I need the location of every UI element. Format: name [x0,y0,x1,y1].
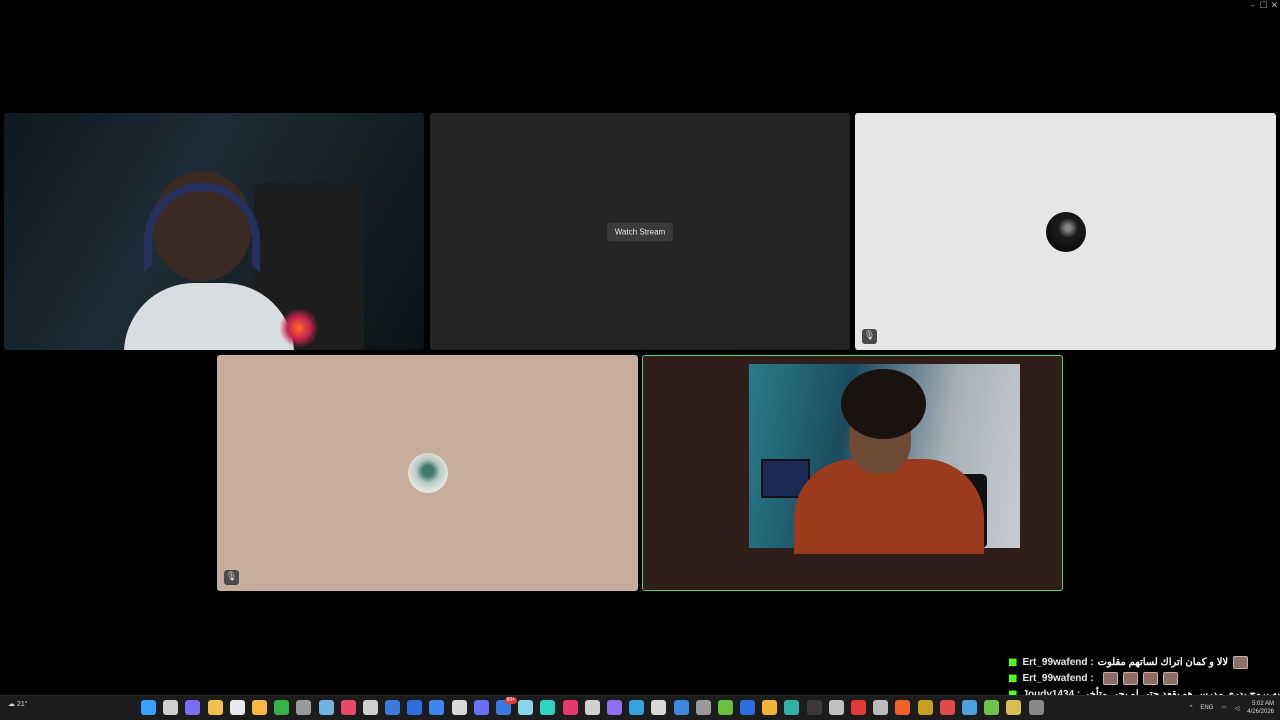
chat-username: Ert_99wafend : [1022,656,1094,668]
folder-icon[interactable] [251,700,267,715]
steelseries-icon[interactable] [362,700,378,715]
camera-feed [749,364,1020,554]
linear-icon[interactable] [606,700,622,715]
app-gray-icon[interactable] [1028,700,1044,715]
telegram-icon[interactable] [629,700,645,715]
epic-games-icon[interactable] [296,700,312,715]
clock-time: 5:02 AM [1251,701,1274,707]
close-icon[interactable]: ✕ [1269,0,1280,12]
tools-icon[interactable] [917,700,933,715]
video-tile-participant-4[interactable]: 🎙︎ [217,355,638,591]
kick-badge-icon: ■ [1008,672,1018,684]
chat-message: ■ Ert_99wafend : [1008,670,1248,686]
steam-icon[interactable] [318,700,334,715]
edge-icon[interactable] [784,700,800,715]
emote-icon [1102,671,1118,685]
medal-icon[interactable] [1006,700,1022,715]
grid-icon[interactable] [984,700,1000,715]
emote-icon [1122,671,1138,685]
xbox-icon[interactable] [274,700,290,715]
capcut-icon[interactable] [651,700,667,715]
emote-icon [1162,671,1178,685]
wifi-icon[interactable]: ◠ [1221,705,1226,712]
photoshop-icon[interactable] [340,700,356,715]
minimize-icon[interactable]: – [1247,0,1258,12]
controller-icon[interactable] [939,700,955,715]
window-controls: – ☐ ✕ [1247,0,1280,12]
copilot-icon[interactable] [185,700,201,715]
calendar-icon[interactable] [229,700,245,715]
emote-icon [1142,671,1158,685]
file-explorer-icon[interactable] [207,700,223,715]
adobe-icon[interactable] [851,700,866,715]
avatar [1045,211,1086,252]
avatar [407,453,448,493]
notification-badge: 99+ [504,697,517,704]
brave-icon[interactable] [895,700,911,715]
language-indicator[interactable]: ENG [1200,705,1213,711]
game-icon[interactable] [961,700,977,715]
rgb-light [279,308,319,348]
chat-message: ■ Ert_99wafend : لالا و كمان اتراك لساته… [1008,654,1248,670]
app-teal-icon[interactable] [540,700,556,715]
weather-temp: 21° [16,701,28,708]
app-dark-icon[interactable] [806,700,822,715]
windows-start-icon[interactable] [141,700,156,715]
video-tile-participant-1[interactable] [4,113,424,350]
clock[interactable]: 5:02 AM 4/26/2026 [1247,700,1274,716]
search-icon[interactable] [163,700,179,715]
chrome-icon[interactable] [762,700,778,715]
person-hair [841,369,926,439]
taskbar-apps: 99+ [141,697,1051,715]
maximize-icon[interactable]: ☐ [1258,0,1269,12]
obs-icon[interactable] [828,700,844,715]
pen-icon[interactable] [873,700,889,715]
weather-widget[interactable]: ☁ 21° [8,700,28,708]
battle-icon[interactable] [740,700,756,715]
muted-mic-icon: 🎙︎ [224,570,239,585]
app-blue-icon[interactable] [385,700,401,715]
chat-text: لالا و كمان اتراك لساتهم مقلوت [1097,656,1229,668]
watch-stream-button[interactable]: Watch Stream [606,222,674,241]
battlenet-icon[interactable] [407,700,423,715]
system-tray: ^ ENG ◠ ◁ 5:02 AM 4/26/2026 [1182,698,1274,718]
video-tile-stream[interactable]: Watch Stream [430,113,850,350]
video-tile-participant-3[interactable]: 🎙︎ [855,113,1276,350]
kick-badge-icon: ■ [1008,656,1018,668]
muted-mic-icon: 🎙︎ [862,329,877,344]
clock-date: 4/26/2026 [1247,709,1274,715]
chat-username: Ert_99wafend : [1022,672,1094,684]
nvidia-icon[interactable] [717,700,733,715]
taskbar: ☁ 21° 99+ ^ ENG ◠ ◁ 5:02 AM 4/26/2026 [0,695,1280,720]
terminal-icon[interactable] [695,700,711,715]
react-icon[interactable] [518,700,534,715]
blue-app-icon[interactable] [429,700,445,715]
volume-icon[interactable]: ◁ [1235,705,1240,712]
notes-icon[interactable] [451,700,467,715]
app-badge-icon[interactable]: 99+ [496,697,517,715]
video-tile-participant-5-speaking[interactable] [642,355,1063,591]
discord-icon[interactable] [473,700,489,715]
emote-icon [1233,655,1248,669]
github-icon[interactable] [584,700,600,715]
chevron-up-icon[interactable]: ^ [1190,705,1193,711]
tiktok-icon[interactable] [562,700,578,715]
weather-icon: ☁ [8,701,15,708]
vs-code-icon[interactable] [673,700,689,715]
